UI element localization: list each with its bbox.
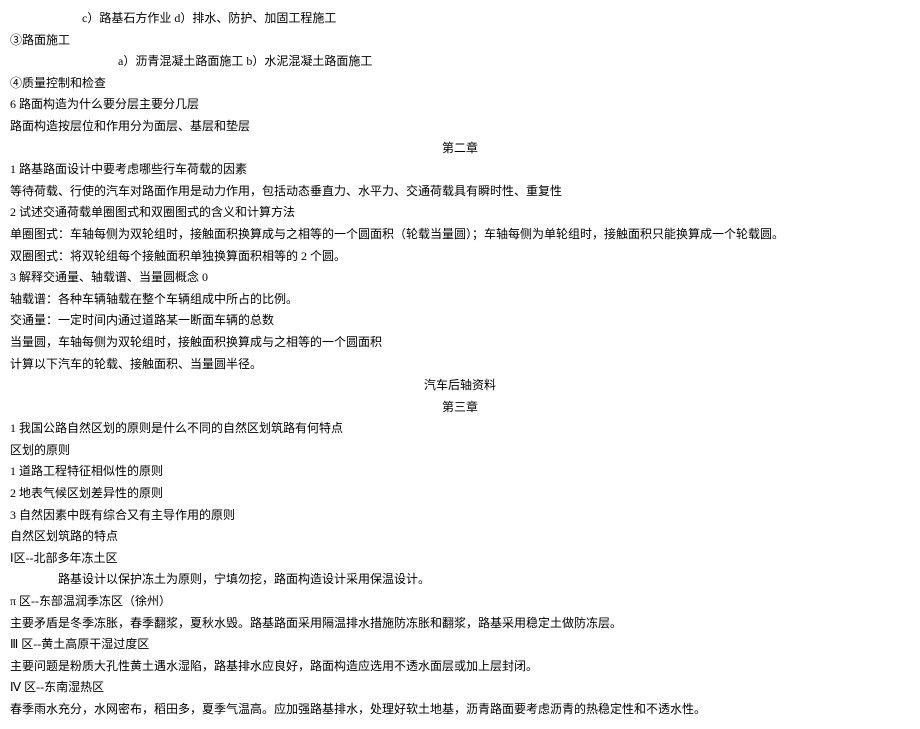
- text-line: Ⅰ区--北部多年冻土区: [10, 548, 910, 570]
- text-line: 等待荷载、行使的汽车对路面作用是动力作用，包括动态垂直力、水平力、交通荷载具有瞬…: [10, 181, 910, 203]
- text-line: 主要矛盾是冬季冻胀，春季翻浆，夏秋水毁。路基路面采用隔温排水措施防冻胀和翻浆，路…: [10, 613, 910, 635]
- text-line: 主要问题是粉质大孔性黄土遇水湿陷，路基排水应良好，路面构造应选用不透水面层或加上…: [10, 656, 910, 678]
- text-line: 3 自然因素中既有综合又有主导作用的原则: [10, 505, 910, 527]
- text-line: 计算以下汽车的轮载、接触面积、当量圆半径。: [10, 354, 910, 376]
- text-line: 轴载谱：各种车辆轴载在整个车辆组成中所占的比例。: [10, 289, 910, 311]
- text-line: a）沥青混凝土路面施工 b）水泥混凝土路面施工: [10, 51, 910, 73]
- text-line: 区划的原则: [10, 440, 910, 462]
- text-line: ④质量控制和检查: [10, 73, 910, 95]
- text-line: π 区--东部温润季冻区（徐州）: [10, 591, 910, 613]
- text-line: 1 我国公路自然区划的原则是什么不同的自然区划筑路有何特点: [10, 418, 910, 440]
- chapter-heading: 第三章: [10, 397, 910, 419]
- text-line: 2 地表气候区划差异性的原则: [10, 483, 910, 505]
- text-line: 1 道路工程特征相似性的原则: [10, 461, 910, 483]
- text-line: Ⅲ 区--黄土高原干湿过度区: [10, 634, 910, 656]
- text-line: ③路面施工: [10, 30, 910, 52]
- text-line: 春季雨水充分，水网密布，稻田多，夏季气温高。应加强路基排水，处理好软土地基，沥青…: [10, 699, 910, 721]
- text-line: 6 路面构造为什么要分层主要分几层: [10, 94, 910, 116]
- text-line: 当量圆，车轴每侧为双轮组时，接触面积换算成与之相等的一个圆面积: [10, 332, 910, 354]
- text-line: Ⅳ 区--东南湿热区: [10, 677, 910, 699]
- text-line: 1 路基路面设计中要考虑哪些行车荷载的因素: [10, 159, 910, 181]
- text-line: 路基设计以保护冻土为原则，宁填勿挖，路面构造设计采用保温设计。: [10, 569, 910, 591]
- text-line: 单圈图式：车轴每侧为双轮组时，接触面积换算成与之相等的一个圆面积（轮载当量圆）；…: [10, 224, 910, 246]
- text-line: 3 解释交通量、轴载谱、当量圆概念 0: [10, 267, 910, 289]
- text-line: 2 试述交通荷载单圈图式和双圈图式的含义和计算方法: [10, 202, 910, 224]
- text-line: 交通量：一定时间内通过道路某一断面车辆的总数: [10, 310, 910, 332]
- text-line: 路面构造按层位和作用分为面层、基层和垫层: [10, 116, 910, 138]
- text-line: c）路基石方作业 d）排水、防护、加固工程施工: [10, 8, 910, 30]
- section-heading: 汽车后轴资料: [10, 375, 910, 397]
- text-line: 自然区划筑路的特点: [10, 526, 910, 548]
- chapter-heading: 第二章: [10, 138, 910, 160]
- text-line: 双圈图式：将双轮组每个接触面积单独换算面积相等的 2 个圆。: [10, 246, 910, 268]
